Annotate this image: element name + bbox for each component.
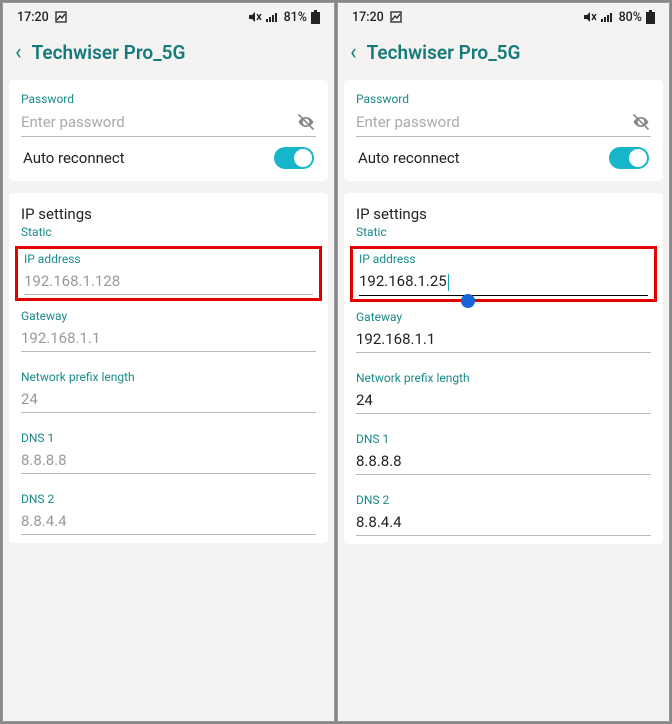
prefix-input[interactable]: 24 [21,390,316,408]
auto-reconnect-toggle[interactable] [609,147,649,169]
status-time: 17:20 [352,10,384,25]
password-auto-card: Password Enter password Auto reconnect [9,80,328,181]
header: ‹ Techwiser Pro_5G [3,31,334,80]
password-label: Password [21,92,316,106]
dns2-row[interactable]: 8.8.4.4 [356,513,651,536]
prefix-label: Network prefix length [21,370,316,384]
visibility-off-icon[interactable] [631,112,651,132]
ip-address-label: IP address [24,252,313,266]
gateway-label: Gateway [21,309,316,323]
status-time: 17:20 [17,10,49,25]
signal-icon [601,11,615,23]
ip-settings-mode[interactable]: Static [356,225,651,239]
ip-settings-card: IP settings Static IP address 192.168.1.… [344,193,663,544]
ip-settings-card: IP settings Static IP address 192.168.1.… [9,193,328,543]
battery-icon [311,10,320,24]
gateway-input[interactable]: 192.168.1.1 [21,329,316,347]
page-title: Techwiser Pro_5G [367,41,521,64]
password-auto-card: Password Enter password Auto reconnect [344,80,663,181]
dns1-input[interactable]: 8.8.8.8 [21,451,316,469]
dns2-label: DNS 2 [21,492,316,506]
dns2-input[interactable]: 8.8.4.4 [21,512,316,530]
phone-left: 17:20 81% ‹ Techwiser Pro_5G Password En… [2,2,335,722]
mute-icon [248,11,262,23]
password-input-row[interactable]: Enter password [356,112,651,137]
ip-address-input[interactable]: 192.168.1.25 [359,272,648,291]
prefix-row[interactable]: 24 [356,391,651,414]
auto-reconnect-toggle[interactable] [274,147,314,169]
gateway-row[interactable]: 192.168.1.1 [356,330,651,353]
ip-address-highlight: IP address 192.168.1.128 [15,246,322,301]
phone-right: 17:20 80% ‹ Techwiser Pro_5G Password En… [337,2,670,722]
prefix-row[interactable]: 24 [21,390,316,413]
dns2-input[interactable]: 8.8.4.4 [356,513,651,531]
auto-reconnect-label: Auto reconnect [358,149,460,167]
text-cursor [448,274,450,291]
dns1-label: DNS 1 [356,432,651,446]
password-input-row[interactable]: Enter password [21,112,316,137]
status-battery: 81% [284,10,307,25]
prefix-label: Network prefix length [356,371,651,385]
ip-address-label: IP address [359,252,648,266]
dns2-label: DNS 2 [356,493,651,507]
ip-settings-title: IP settings [21,205,316,223]
ip-address-row[interactable]: 192.168.1.25 [359,272,648,296]
cursor-handle-icon[interactable] [461,294,475,308]
mute-icon [583,11,597,23]
password-input[interactable]: Enter password [21,113,296,131]
battery-icon [646,10,655,24]
dns2-row[interactable]: 8.8.4.4 [21,512,316,535]
dns1-label: DNS 1 [21,431,316,445]
status-battery: 80% [619,10,642,25]
ip-address-row[interactable]: 192.168.1.128 [24,272,313,295]
ip-settings-mode[interactable]: Static [21,225,316,239]
header: ‹ Techwiser Pro_5G [338,31,669,80]
status-bar: 17:20 80% [338,3,669,31]
back-icon[interactable]: ‹ [350,42,357,64]
picture-icon [390,11,402,23]
ip-settings-title: IP settings [356,205,651,223]
gateway-label: Gateway [356,310,651,324]
page-title: Techwiser Pro_5G [32,41,186,64]
picture-icon [55,11,67,23]
auto-reconnect-label: Auto reconnect [23,149,125,167]
dns1-row[interactable]: 8.8.8.8 [21,451,316,474]
dns1-row[interactable]: 8.8.8.8 [356,452,651,475]
signal-icon [266,11,280,23]
status-bar: 17:20 81% [3,3,334,31]
ip-address-highlight: IP address 192.168.1.25 [350,246,657,302]
password-label: Password [356,92,651,106]
dns1-input[interactable]: 8.8.8.8 [356,452,651,470]
back-icon[interactable]: ‹ [15,42,22,64]
gateway-row[interactable]: 192.168.1.1 [21,329,316,352]
visibility-off-icon[interactable] [296,112,316,132]
gateway-input[interactable]: 192.168.1.1 [356,330,651,348]
prefix-input[interactable]: 24 [356,391,651,409]
password-input[interactable]: Enter password [356,113,631,131]
ip-address-input[interactable]: 192.168.1.128 [24,272,313,290]
